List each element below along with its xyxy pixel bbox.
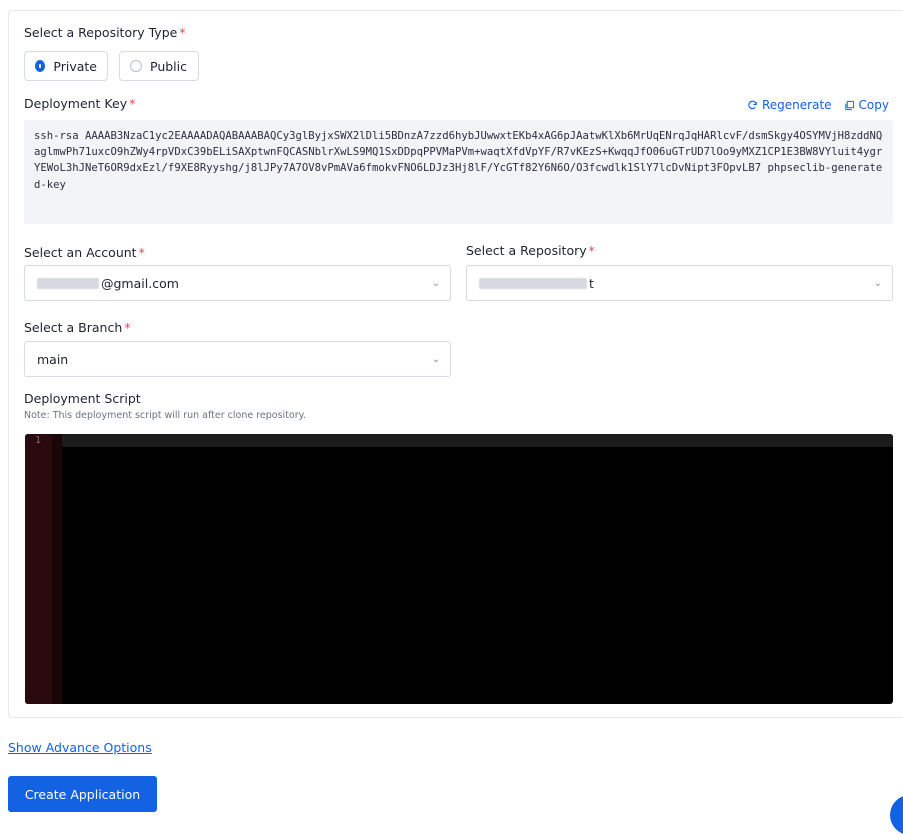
redacted-text [479,277,587,289]
editor-active-line [62,434,893,447]
chat-launcher-icon[interactable] [890,795,903,835]
line-number: 1 [35,435,42,446]
editor-fold-gutter [52,434,62,704]
deployment-key-text: ssh-rsa AAAAB3NzaC1yc2EAAAADAQABAAABAQCy… [34,130,883,191]
refresh-icon [748,100,757,109]
script-editor[interactable]: 1 [25,434,893,704]
show-advance-options-link[interactable]: Show Advance Options [8,740,152,755]
chevron-down-icon: ⌄ [431,354,440,365]
redacted-text [37,277,99,289]
chevron-down-icon: ⌄ [873,278,882,289]
radio-selected-icon [35,60,46,72]
create-application-button[interactable]: Create Application [8,776,157,812]
branch-select[interactable]: main ⌄ [24,341,451,377]
deployment-key-box: ssh-rsa AAAAB3NzaC1yc2EAAAADAQABAAABAQCy… [24,120,893,224]
chevron-down-icon: ⌄ [431,278,440,289]
key-actions: Regenerate Copy [747,98,889,112]
copy-icon [844,100,854,110]
deployment-key-label: Deployment Key * [24,96,136,111]
radio-unselected-icon [130,60,142,72]
regenerate-button[interactable]: Regenerate [747,98,832,112]
account-label: Select an Account * [24,245,145,260]
repo-type-label: Select a Repository Type * [24,25,186,40]
account-select[interactable]: @gmail.com ⌄ [24,265,451,301]
repository-label: Select a Repository * [466,243,595,258]
radio-private[interactable]: Private [24,51,108,81]
radio-public[interactable]: Public [119,51,199,81]
deployment-script-label: Deployment Script [24,391,141,406]
deployment-script-note: Note: This deployment script will run af… [24,410,306,421]
copy-button[interactable]: Copy [844,98,889,112]
repository-select[interactable]: t ⌄ [466,265,893,301]
branch-label: Select a Branch * [24,320,131,335]
